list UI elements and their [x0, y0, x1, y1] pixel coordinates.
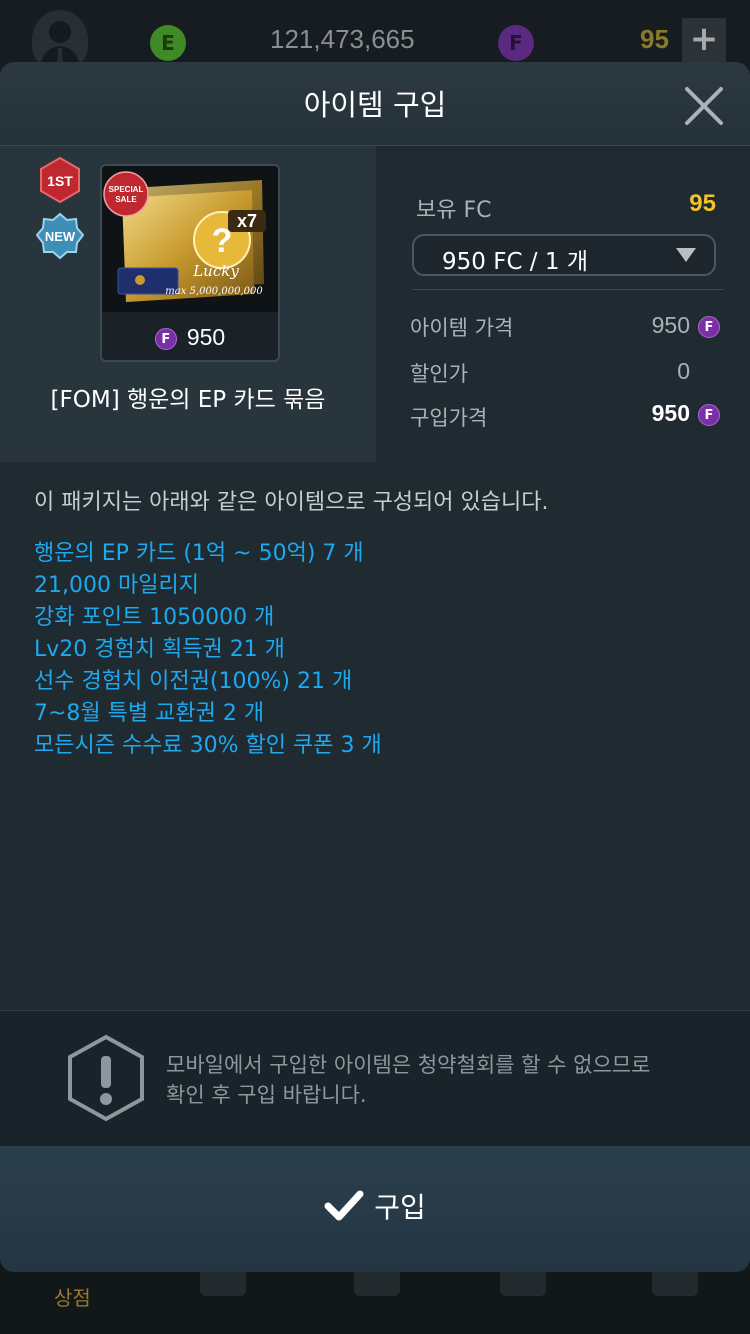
f-coin-icon: F: [154, 328, 177, 350]
notice-line-2: 확인 후 구입 바랍니다.: [166, 1083, 367, 1107]
product-preview: 1ST NEW ? x7 Lucky max 5,000,000,000 SPE…: [0, 146, 376, 462]
svg-text:Lucky: Lucky: [192, 262, 239, 280]
svg-text:SALE: SALE: [115, 195, 137, 204]
total-price-value: 950: [651, 400, 690, 426]
list-item: 강화 포인트 1050000 개: [34, 605, 275, 630]
ep-balance: 121,473,665: [270, 24, 415, 54]
nav-shop-tab[interactable]: 상점: [54, 1282, 91, 1311]
shop-screen: E 121,473,665 F 95 + 상점 아이템 구입 1ST NEW ?…: [0, 0, 750, 1334]
list-item: 21,000 마일리지: [34, 573, 199, 598]
purchase-summary: 보유 FC 95 950 FC / 1 개 아이템 가격 950 F 할인가 0 …: [376, 146, 750, 462]
svg-text:NEW: NEW: [45, 229, 76, 244]
svg-text:x7: x7: [237, 211, 257, 231]
total-price: 950 F: [652, 400, 720, 427]
notice-line-1: 모바일에서 구입한 아이템은 청약철회를 할 수 없으므로: [166, 1053, 651, 1077]
list-item: 선수 경험치 이전권(100%) 21 개: [34, 669, 353, 694]
ep-card-bundle-image: ? x7 Lucky max 5,000,000,000 SPECIAL SAL…: [102, 166, 278, 312]
discount-label: 할인가: [410, 362, 468, 386]
add-fc-button[interactable]: +: [682, 18, 726, 62]
item-price: 950 F: [652, 312, 720, 339]
svg-text:SPECIAL: SPECIAL: [109, 185, 144, 194]
package-contents-list: 행운의 EP 카드 (1억 ~ 50억) 7 개 21,000 마일리지 강화 …: [34, 538, 382, 762]
owned-fc-value: 95: [689, 190, 716, 217]
list-item: 모든시즌 수수료 30% 할인 쿠폰 3 개: [34, 733, 382, 758]
list-item: 7~8월 특별 교환권 2 개: [34, 701, 265, 726]
fc-balance: 95: [640, 24, 669, 54]
dialog-header: 아이템 구입: [0, 62, 750, 146]
f-coin-icon: F: [698, 404, 720, 426]
summary-divider: [412, 289, 724, 290]
notice-text: 모바일에서 구입한 아이템은 청약철회를 할 수 없으므로 확인 후 구입 바랍…: [166, 1050, 650, 1110]
buy-button-label: 구입: [374, 1191, 426, 1224]
close-button[interactable]: [682, 84, 726, 128]
f-coin-icon: F: [698, 316, 720, 338]
product-name: [FOM] 행운의 EP 카드 묶음: [50, 387, 326, 413]
quantity-select[interactable]: 950 FC / 1 개: [412, 234, 716, 276]
product-section: 1ST NEW ? x7 Lucky max 5,000,000,000 SPE…: [0, 146, 750, 463]
list-item: 행운의 EP 카드 (1억 ~ 50억) 7 개: [34, 541, 364, 566]
svg-text:max 5,000,000,000: max 5,000,000,000: [165, 286, 263, 297]
purchase-notice: 모바일에서 구입한 아이템은 청약철회를 할 수 없으므로 확인 후 구입 바랍…: [0, 1010, 750, 1146]
item-price-label: 아이템 가격: [410, 316, 514, 340]
owned-fc-label: 보유 FC: [416, 198, 492, 223]
product-card[interactable]: ? x7 Lucky max 5,000,000,000 SPECIAL SAL…: [100, 164, 280, 362]
discount-value: 0: [677, 358, 690, 384]
close-icon: [685, 87, 723, 125]
list-item: Lv20 경험치 획득권 21 개: [34, 637, 285, 662]
dropdown-arrow-icon: [676, 248, 696, 262]
description-intro: 이 패키지는 아래와 같은 아이템으로 구성되어 있습니다.: [34, 490, 549, 515]
svg-text:1ST: 1ST: [47, 173, 73, 189]
item-price-value: 950: [651, 312, 690, 338]
total-price-label: 구입가격: [410, 406, 488, 430]
quantity-selected-value: 950 FC / 1 개: [442, 249, 588, 275]
purchase-dialog: 아이템 구입 1ST NEW ? x7 Lucky max 5,000,000,…: [0, 62, 750, 1272]
fc-coin-icon: F: [498, 25, 534, 61]
package-description: 이 패키지는 아래와 같은 아이템으로 구성되어 있습니다. 행운의 EP 카드…: [0, 462, 750, 1010]
new-badge-icon: NEW: [36, 212, 84, 260]
checkmark-icon: [324, 1190, 364, 1221]
rank-1st-badge-icon: 1ST: [40, 156, 80, 204]
ep-coin-icon: E: [150, 25, 186, 61]
card-price: F 950: [102, 316, 278, 358]
warning-icon: [68, 1034, 144, 1122]
buy-button[interactable]: 구입: [0, 1146, 750, 1272]
card-price-value: 950: [186, 324, 226, 350]
manager-avatar-icon[interactable]: [32, 10, 88, 70]
notice-divider: [0, 1010, 750, 1011]
dialog-title: 아이템 구입: [303, 88, 447, 122]
